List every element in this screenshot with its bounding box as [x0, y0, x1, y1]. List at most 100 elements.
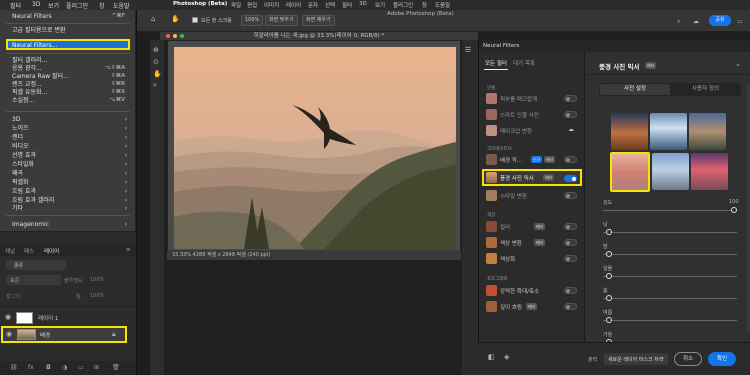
slider-track[interactable]	[603, 295, 737, 301]
close-icon[interactable]	[166, 34, 170, 38]
menu-item-noise[interactable]: 노이즈	[12, 124, 29, 133]
tab-paths[interactable]: 패스	[24, 247, 34, 255]
menu-view[interactable]: 보기	[375, 1, 385, 9]
preset-thumbnail[interactable]	[611, 113, 648, 150]
new-layer-icon[interactable]: ⊞	[94, 364, 99, 371]
canvas-area[interactable]	[167, 40, 461, 260]
fill-screen-button[interactable]: 화면 채우기	[302, 15, 335, 26]
filter-harmonization[interactable]: 색상화	[484, 252, 580, 266]
slider-knob[interactable]	[606, 251, 612, 257]
menu-icon[interactable]: ≡	[126, 247, 131, 253]
menu-item-neural-filters[interactable]: Neural Filters...	[6, 39, 130, 50]
layers-icon[interactable]: ◈	[504, 353, 509, 361]
filter-background-creator[interactable]: 배경 작... 신규 베타	[484, 153, 580, 167]
fill-value[interactable]: 100%	[90, 293, 104, 299]
blend-mode-select[interactable]: 표준	[6, 275, 61, 285]
chevron-down-icon[interactable]: ⌄	[735, 60, 741, 68]
menu-type[interactable]: 문자	[308, 1, 318, 9]
menu-select[interactable]: 선택	[325, 1, 335, 9]
eye-icon[interactable]: ◉	[6, 330, 12, 338]
menu-item-pixelate[interactable]: 픽셀화	[12, 178, 29, 187]
maximize-icon[interactable]	[180, 34, 184, 38]
toggle-switch[interactable]	[564, 303, 577, 310]
opacity-value[interactable]: 100%	[90, 277, 104, 283]
toggle-switch[interactable]	[564, 255, 577, 262]
slider-track[interactable]	[603, 229, 737, 235]
menu-help[interactable]: 도움말	[435, 1, 450, 9]
slider-knob[interactable]	[731, 207, 737, 213]
menu-filter[interactable]: 필터	[342, 1, 352, 9]
hand-tool-icon[interactable]: ✋	[153, 70, 162, 78]
share-button[interactable]: 공유	[709, 15, 731, 26]
filter-colorize[interactable]: 컬러 베타	[484, 220, 580, 234]
slider-track[interactable]	[603, 207, 737, 213]
zoom-tool-icon[interactable]: ⌕	[153, 81, 157, 90]
rotate-tool-icon[interactable]: ⊙	[153, 58, 159, 66]
preview-toggle-icon[interactable]: ◧	[488, 353, 495, 361]
toggle-switch[interactable]	[564, 175, 577, 182]
menu-item-distort[interactable]: 왜곡	[12, 169, 23, 178]
tab-waitlist[interactable]: 대기 목록	[513, 59, 535, 67]
menu-image[interactable]: 이미지	[264, 1, 279, 9]
tab-presets[interactable]: 사전 설정	[600, 84, 670, 95]
preset-thumbnail[interactable]	[650, 113, 687, 150]
cancel-button[interactable]: 취소	[674, 352, 702, 366]
app-name-menu[interactable]: Photoshop (Beta)	[173, 1, 227, 7]
filter-smart-portrait[interactable]: 스마트 인물 사진	[484, 108, 580, 122]
toggle-switch[interactable]	[564, 156, 577, 163]
folder-icon[interactable]: ▭	[78, 364, 84, 371]
menu-filter[interactable]: 필터	[10, 1, 21, 10]
ok-button[interactable]: 확인	[708, 352, 736, 366]
panel-layout-icon[interactable]: ▭	[737, 18, 743, 25]
sliders-icon[interactable]: ☰	[465, 46, 471, 54]
menu-3d[interactable]: 3D	[32, 1, 40, 8]
toggle-switch[interactable]	[564, 95, 577, 102]
slider-knob[interactable]	[606, 317, 612, 323]
filter-makeup-transfer[interactable]: 메이크업 변환 ☁	[484, 124, 580, 138]
slider-track[interactable]	[603, 317, 737, 323]
menu-item-video[interactable]: 비디오	[12, 142, 29, 151]
link-icon[interactable]: ⛓	[10, 364, 18, 371]
tab-all-filters[interactable]: 모든 필터	[485, 59, 507, 67]
menu-item-vanishing-point[interactable]: 소실점...	[12, 96, 34, 105]
move-tool-icon[interactable]: ⊕	[153, 46, 159, 54]
menu-plugins[interactable]: 플러그인	[66, 1, 88, 10]
menu-item-3d[interactable]: 3D	[12, 115, 20, 124]
menu-view[interactable]: 보기	[48, 1, 59, 10]
document-tab[interactable]: 히말라야를 나는 새.jpg @ 33.3%(레이어 0, RGB/8) *	[160, 32, 478, 40]
toggle-switch[interactable]	[564, 223, 577, 230]
home-icon[interactable]: ⌂	[151, 15, 155, 23]
layer-filter-select[interactable]: 종류	[6, 260, 66, 270]
filter-landscape-mixer[interactable]: 풍경 사진 믹서 베타	[482, 169, 582, 186]
slider-knob[interactable]	[606, 229, 612, 235]
toggle-switch[interactable]	[564, 111, 577, 118]
filter-skin-smoothing[interactable]: 피부를 매끄럽게	[484, 92, 580, 106]
menu-help[interactable]: 도움말	[113, 1, 130, 10]
mask-icon[interactable]: ◘	[46, 364, 51, 371]
menu-edit[interactable]: 편집	[247, 1, 257, 9]
adjustment-icon[interactable]: ◑	[62, 364, 67, 371]
menu-item-blur[interactable]: 흐림 효과	[12, 187, 36, 196]
filter-super-zoom[interactable]: 강력한 확대/축소	[484, 284, 580, 298]
menu-file[interactable]: 파일	[231, 1, 241, 9]
preset-thumbnail-selected[interactable]	[610, 152, 650, 192]
tab-layers[interactable]: 레이어	[44, 247, 59, 255]
menu-item-last-filter[interactable]: Neural Filters	[12, 12, 52, 21]
fx-icon[interactable]: fx	[28, 364, 34, 371]
toggle-switch[interactable]	[564, 192, 577, 199]
output-select[interactable]: 새로운 레이어 마스크 처리 ⌄	[604, 353, 668, 365]
menu-window[interactable]: 창	[422, 1, 427, 9]
eye-icon[interactable]: ◉	[5, 313, 11, 321]
fit-screen-button[interactable]: 화면 맞추기	[265, 15, 298, 26]
minimize-icon[interactable]	[173, 34, 177, 38]
trash-icon[interactable]: 🗑︎	[112, 364, 120, 371]
menu-layer[interactable]: 레이어	[286, 1, 301, 9]
toggle-switch[interactable]	[564, 287, 577, 294]
preset-thumbnail[interactable]	[691, 153, 728, 190]
menu-item-imagenomic[interactable]: Imagenomic	[12, 220, 49, 229]
menu-item-render[interactable]: 렌더	[12, 133, 23, 142]
menu-item-other[interactable]: 기타	[12, 204, 23, 213]
checkbox[interactable]	[192, 17, 198, 23]
slider-knob[interactable]	[606, 273, 612, 279]
toggle-switch[interactable]	[564, 239, 577, 246]
